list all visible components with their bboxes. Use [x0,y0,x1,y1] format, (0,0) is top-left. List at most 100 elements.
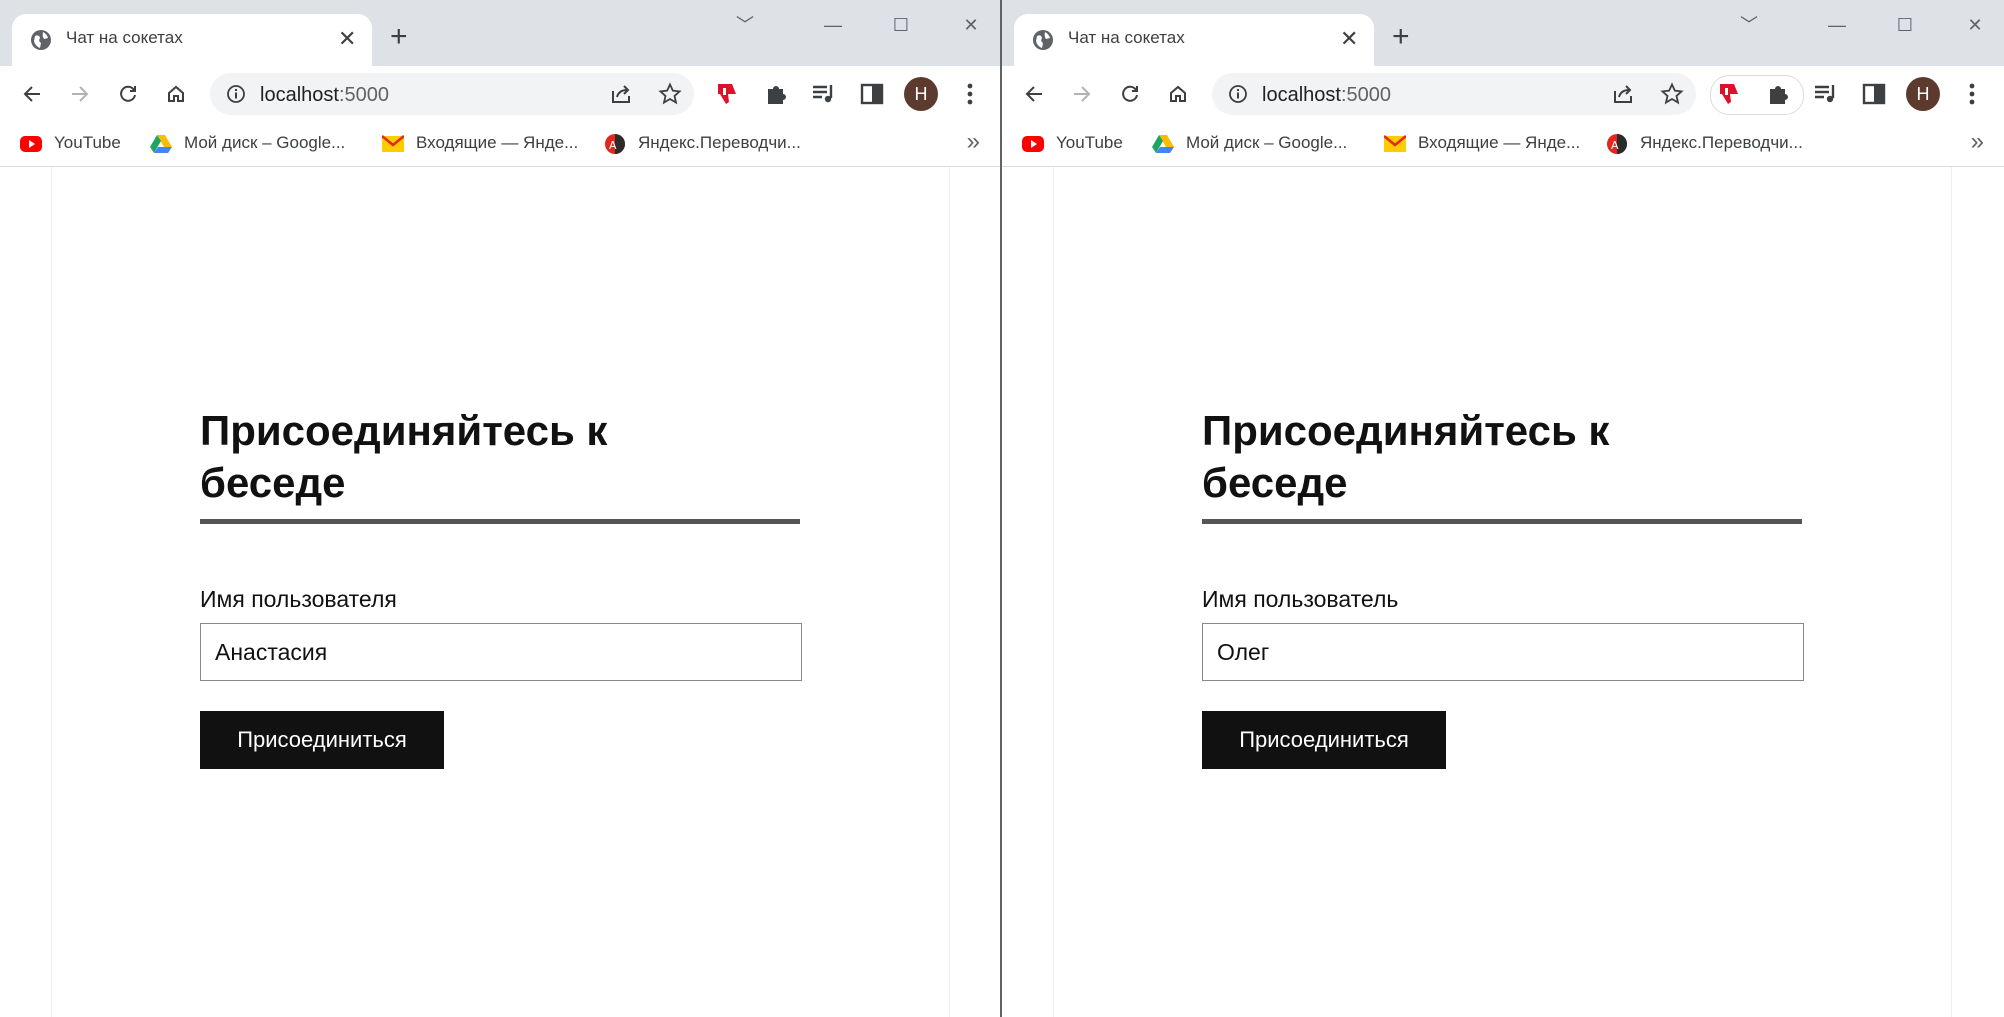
page-content: Присоединяйтесь к беседе Имя пользовател… [0,167,1000,1017]
tab-search-chevron-icon[interactable]: ﹀ [720,10,770,40]
username-label: Имя пользователя [200,586,397,612]
youtube-icon [1022,136,1044,152]
bookmarks-overflow-icon[interactable]: » [967,128,980,156]
bookmarks-bar: YouTube Мой диск – Google... Входящие — … [1002,122,2004,167]
bookmark-label: YouTube [54,133,121,152]
url-port: :5000 [338,84,389,106]
star-icon[interactable] [658,82,682,106]
media-queue-icon[interactable] [1812,80,1840,108]
page-content: Присоединяйтесь к беседе Имя пользовател… [1002,167,2004,1017]
reload-button[interactable] [108,74,148,114]
bookmark-label: Мой диск – Google... [184,133,346,152]
tab-title: Чат на сокетах [1068,28,1185,47]
bookmark-label: Яндекс.Переводчи... [1640,133,1803,152]
bookmark-label: Входящие — Янде... [416,133,579,152]
window-close-icon[interactable]: ✕ [946,10,996,40]
bookmarks-bar: YouTube Мой диск – Google... Входящие — … [0,122,1000,167]
svg-text:A: A [1611,139,1619,152]
maximize-icon[interactable]: ☐ [1880,10,1930,40]
avatar[interactable]: H [1906,77,1940,111]
page-title: Присоединяйтесь к беседе [1202,407,1610,506]
yandex-mail-icon [1384,135,1406,152]
url-host: localhost [1262,84,1341,106]
address-bar[interactable]: localhost:5000 [1212,73,1696,115]
back-button[interactable] [12,74,52,114]
back-arrow-icon [23,86,40,102]
bookmark-label: Яндекс.Переводчи... [638,133,801,152]
tab-active[interactable]: Чат на сокетах ✕ [1014,14,1374,66]
extension-thumb-down-icon[interactable] [714,80,742,108]
url-text: localhost:5000 [1262,84,1391,107]
tab-active[interactable]: Чат на сокетах ✕ [12,14,372,66]
google-drive-icon [150,135,172,153]
reload-icon [1122,85,1138,102]
puzzle-icon[interactable] [1764,80,1792,108]
avatar[interactable]: H [904,77,938,111]
close-icon[interactable]: ✕ [1340,26,1358,52]
username-label: Имя пользователь [1202,586,1399,612]
google-drive-icon [1152,135,1174,153]
join-button[interactable]: Присоединиться [200,711,444,769]
youtube-icon [20,136,42,152]
bookmark-label: Мой диск – Google... [1186,133,1348,152]
address-bar[interactable]: localhost:5000 [210,73,694,115]
minimize-icon[interactable]: — [1812,10,1862,40]
share-icon[interactable] [1612,83,1634,105]
window-close-icon[interactable]: ✕ [1950,10,2000,40]
globe-icon [31,30,51,50]
home-icon [168,85,184,102]
browser-toolbar: localhost:5000 H [0,66,1000,122]
title-divider [1202,519,1802,524]
url-text: localhost:5000 [260,84,389,107]
forward-arrow-icon [72,86,89,102]
kebab-menu-icon[interactable] [1958,80,1986,108]
puzzle-icon[interactable] [762,80,790,108]
reload-button[interactable] [1110,74,1150,114]
star-icon[interactable] [1660,82,1684,106]
home-button[interactable] [156,74,196,114]
browser-toolbar: localhost:5000 H [1002,66,2004,122]
plus-icon[interactable]: + [1392,22,1410,52]
page-title: Присоединяйтесь к беседе [200,407,608,506]
minimize-icon[interactable]: — [808,10,858,40]
username-input[interactable] [1202,623,1804,681]
home-button[interactable] [1158,74,1198,114]
reload-icon [120,85,136,102]
url-host: localhost [260,84,339,106]
share-icon[interactable] [610,83,632,105]
page-guide-left [1053,167,1054,1017]
maximize-icon[interactable]: ☐ [876,10,926,40]
page-guide-right [1951,167,1952,1017]
info-icon[interactable] [1228,84,1248,104]
yandex-translate-icon: A [605,134,625,154]
back-arrow-icon [1025,86,1042,102]
back-button[interactable] [1014,74,1054,114]
tab-search-chevron-icon[interactable]: ﹀ [1724,10,1774,40]
bookmark-label: YouTube [1056,133,1123,152]
close-icon[interactable]: ✕ [338,26,356,52]
url-port: :5000 [1340,84,1391,106]
side-panel-icon[interactable] [858,80,886,108]
plus-icon[interactable]: + [390,22,408,52]
home-icon [1170,85,1186,102]
title-divider [200,519,800,524]
media-queue-icon[interactable] [810,80,838,108]
info-icon[interactable] [226,84,246,104]
side-panel-icon[interactable] [1860,80,1888,108]
forward-button[interactable] [1062,74,1102,114]
username-input[interactable] [200,623,802,681]
join-button[interactable]: Присоединиться [1202,711,1446,769]
kebab-menu-icon[interactable] [956,80,984,108]
svg-text:A: A [609,139,617,152]
forward-button[interactable] [60,74,100,114]
bookmark-label: Входящие — Янде... [1418,133,1581,152]
page-guide-right [949,167,950,1017]
tab-strip: Чат на сокетах ✕ + ﹀ — ☐ ✕ [0,0,1000,66]
browser-window-right: Чат на сокетах ✕ + ﹀ — ☐ ✕ localhost:500… [1002,0,2004,1017]
extension-thumb-down-icon[interactable] [1716,80,1744,108]
bookmarks-overflow-icon[interactable]: » [1971,128,1984,156]
yandex-translate-icon: A [1607,134,1627,154]
page-guide-left [51,167,52,1017]
join-form: Присоединяйтесь к беседе Имя пользовател… [1202,405,1804,769]
browser-window-left: Чат на сокетах ✕ + ﹀ — ☐ ✕ localhost:500… [0,0,1002,1017]
